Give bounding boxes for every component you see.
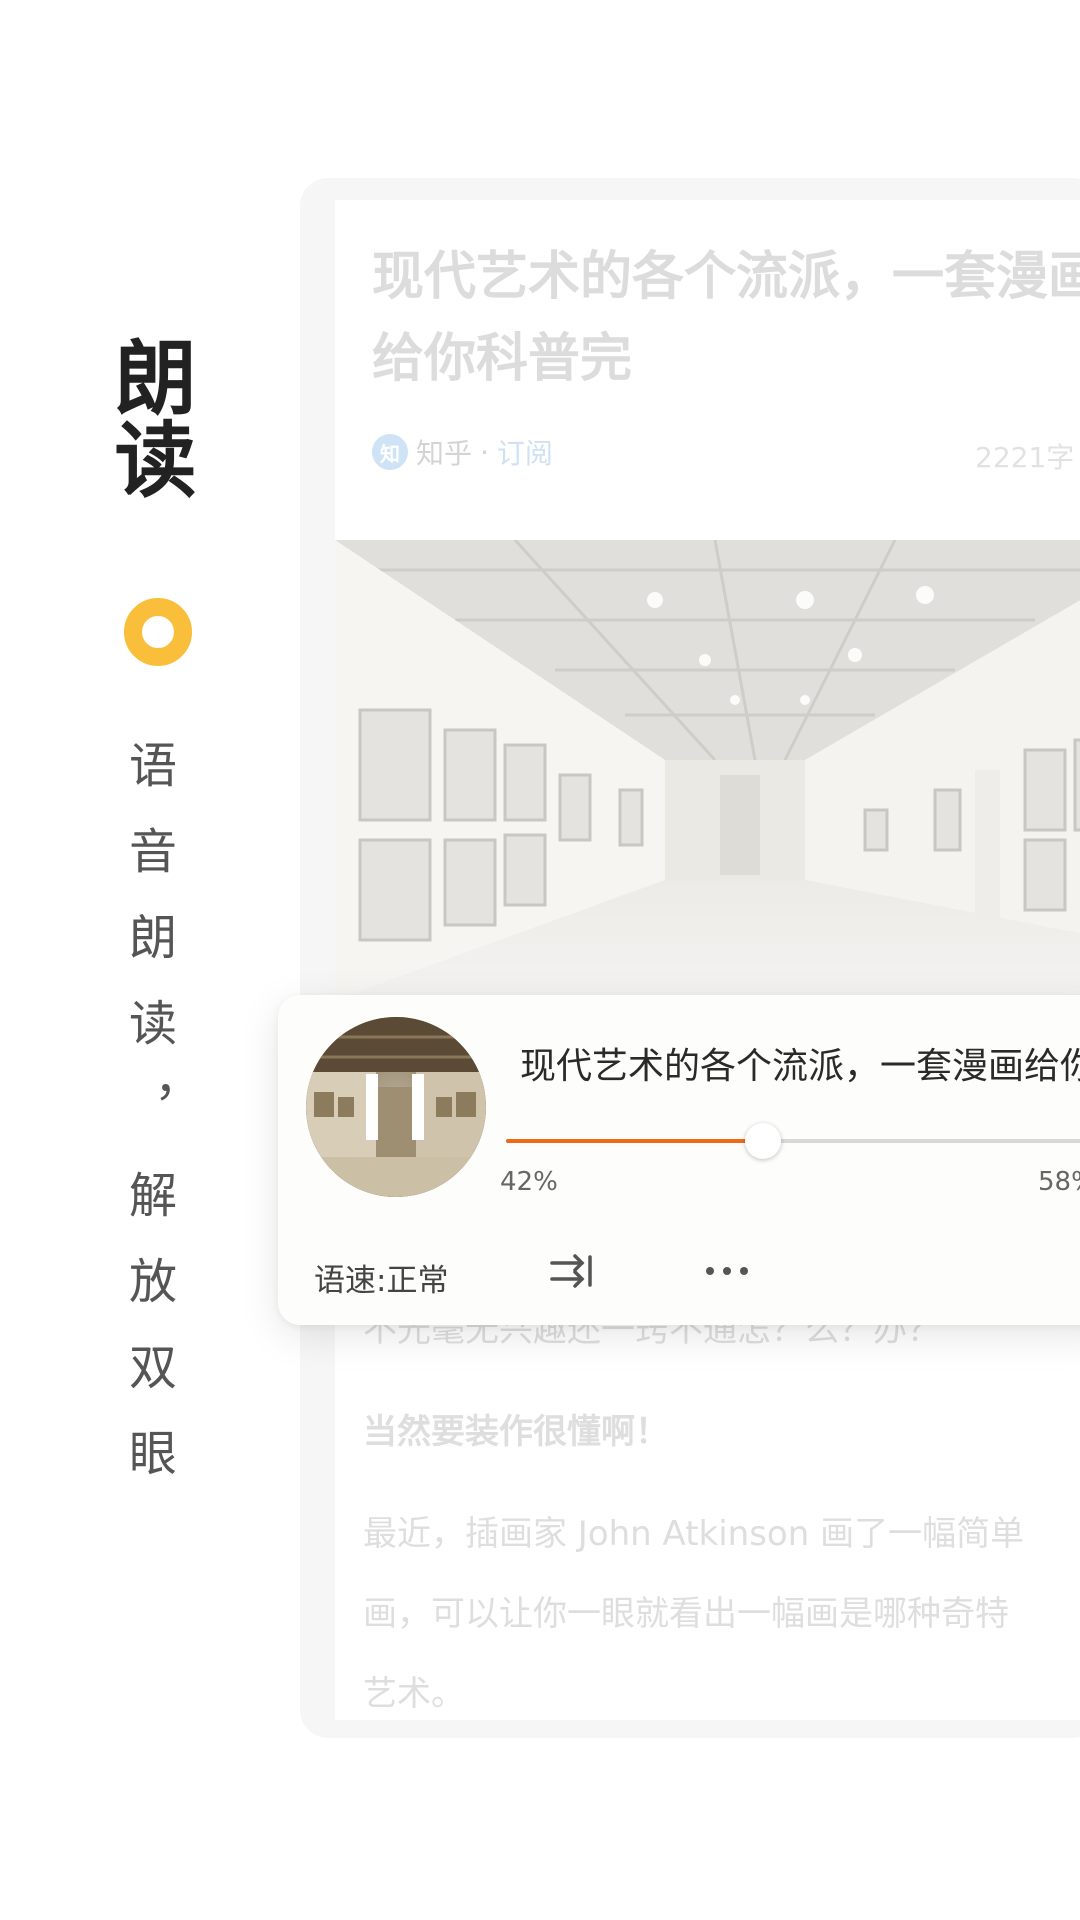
gallery-illustration (335, 540, 1080, 1000)
zhihu-logo-icon: 知 (372, 434, 408, 470)
progress-slider[interactable] (506, 1123, 1080, 1159)
body-paragraph: 最近，插画家 John Atkinson 画了一幅简单 (363, 1514, 1025, 1554)
article-meta: 知 知乎 · 订阅 (372, 432, 553, 472)
playlist-icon[interactable] (548, 1249, 596, 1293)
promo-title: 朗读 (100, 335, 196, 499)
track-title: 现代艺术的各个流派，一套漫画给你科普完 (520, 1046, 1080, 1087)
body-paragraph: 画，可以让你一眼就看出一幅画是哪种奇特 (363, 1594, 1009, 1634)
article-card: 现代艺术的各个流派，一套漫画给你科普完 知 知乎 · 订阅 2221字 不光毫无… (335, 200, 1080, 1720)
article-title: 现代艺术的各个流派，一套漫画给你科普完 (372, 247, 1080, 389)
progress-thumb[interactable] (745, 1123, 782, 1159)
meta-separator: · (480, 435, 489, 469)
pause-icon[interactable] (306, 1017, 486, 1197)
promo-subtitle: 语音朗读，解放双眼 (120, 740, 176, 1514)
progress-fill (506, 1139, 764, 1143)
elapsed-percent: 42% (500, 1167, 558, 1197)
source-name: 知乎 (416, 437, 473, 470)
word-count: 2221字 (975, 441, 1075, 474)
subscribe-link[interactable]: 订阅 (497, 432, 553, 472)
gallery-image (335, 540, 1080, 1000)
audio-player-card: 现代艺术的各个流派，一套漫画给你科普完 42% 58% 语速:正常 (278, 995, 1080, 1325)
ring-icon (124, 598, 192, 666)
more-icon[interactable] (702, 1253, 752, 1289)
screen: 朗读 语音朗读，解放双眼 现代艺术的各个流派，一套漫画给你科普完 知 知乎 · … (0, 0, 1080, 1920)
remaining-percent: 58% (1038, 1167, 1080, 1197)
cover-pause-button[interactable] (306, 1017, 486, 1197)
body-paragraph: 艺术。 (363, 1674, 465, 1714)
article-body: 不光毫无兴趣还一窍不通怎？么？办？ 当然要装作很懂啊！ 最近，插画家 John … (363, 1290, 1080, 1720)
speed-button[interactable]: 语速:正常 (314, 1255, 448, 1300)
body-paragraph: 当然要装作很懂啊！ (363, 1412, 669, 1452)
